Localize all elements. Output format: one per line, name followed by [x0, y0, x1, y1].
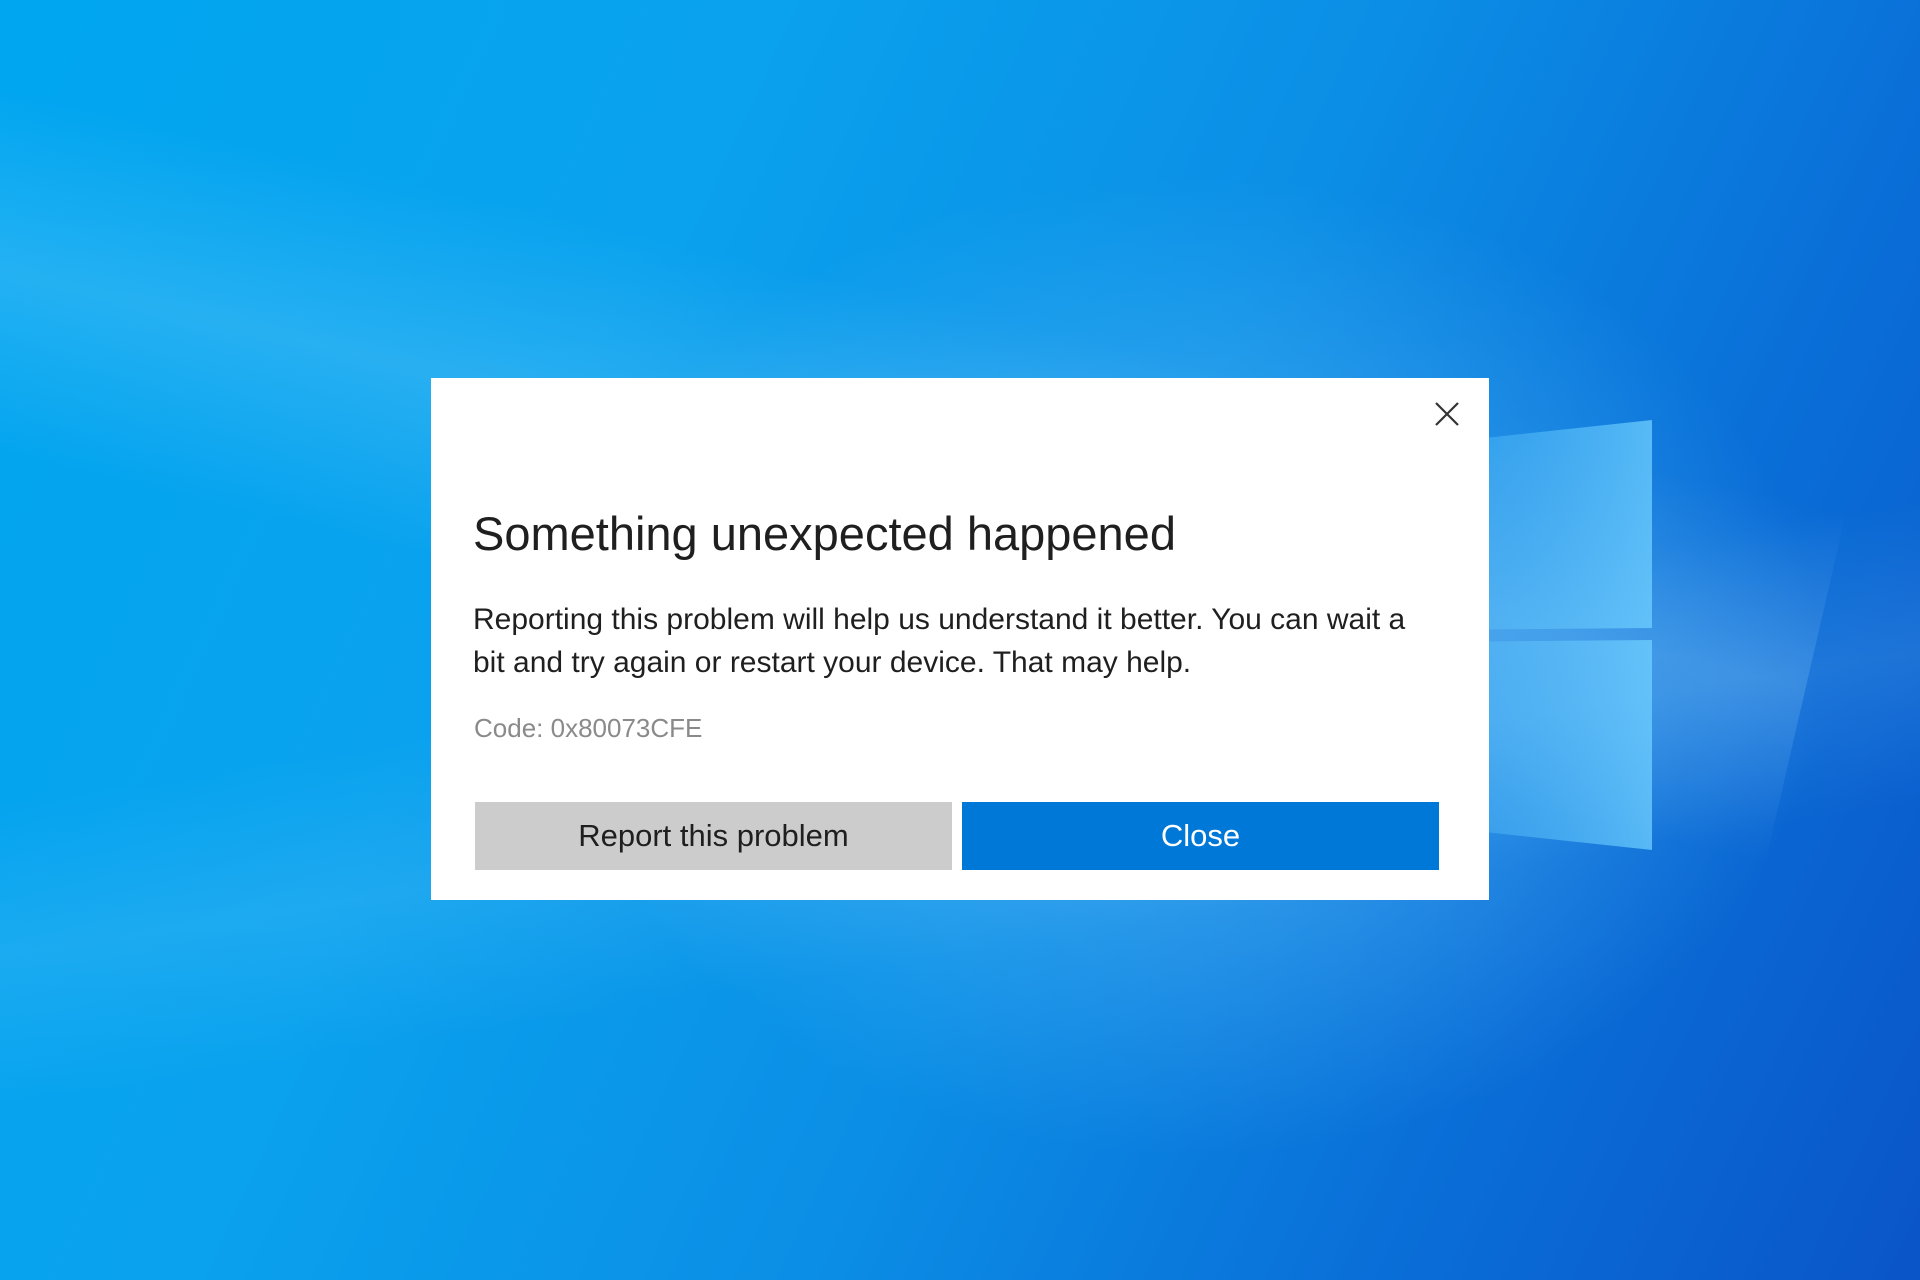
dialog-message: Reporting this problem will help us unde…	[473, 603, 1406, 679]
error-dialog: Something unexpected happened Reporting …	[431, 378, 1489, 900]
report-problem-button[interactable]: Report this problem	[475, 802, 952, 870]
close-icon[interactable]	[1423, 390, 1471, 438]
close-button[interactable]: Close	[962, 802, 1439, 870]
dialog-title: Something unexpected happened	[473, 507, 1176, 560]
error-code: Code: 0x80073CFE	[474, 713, 703, 743]
